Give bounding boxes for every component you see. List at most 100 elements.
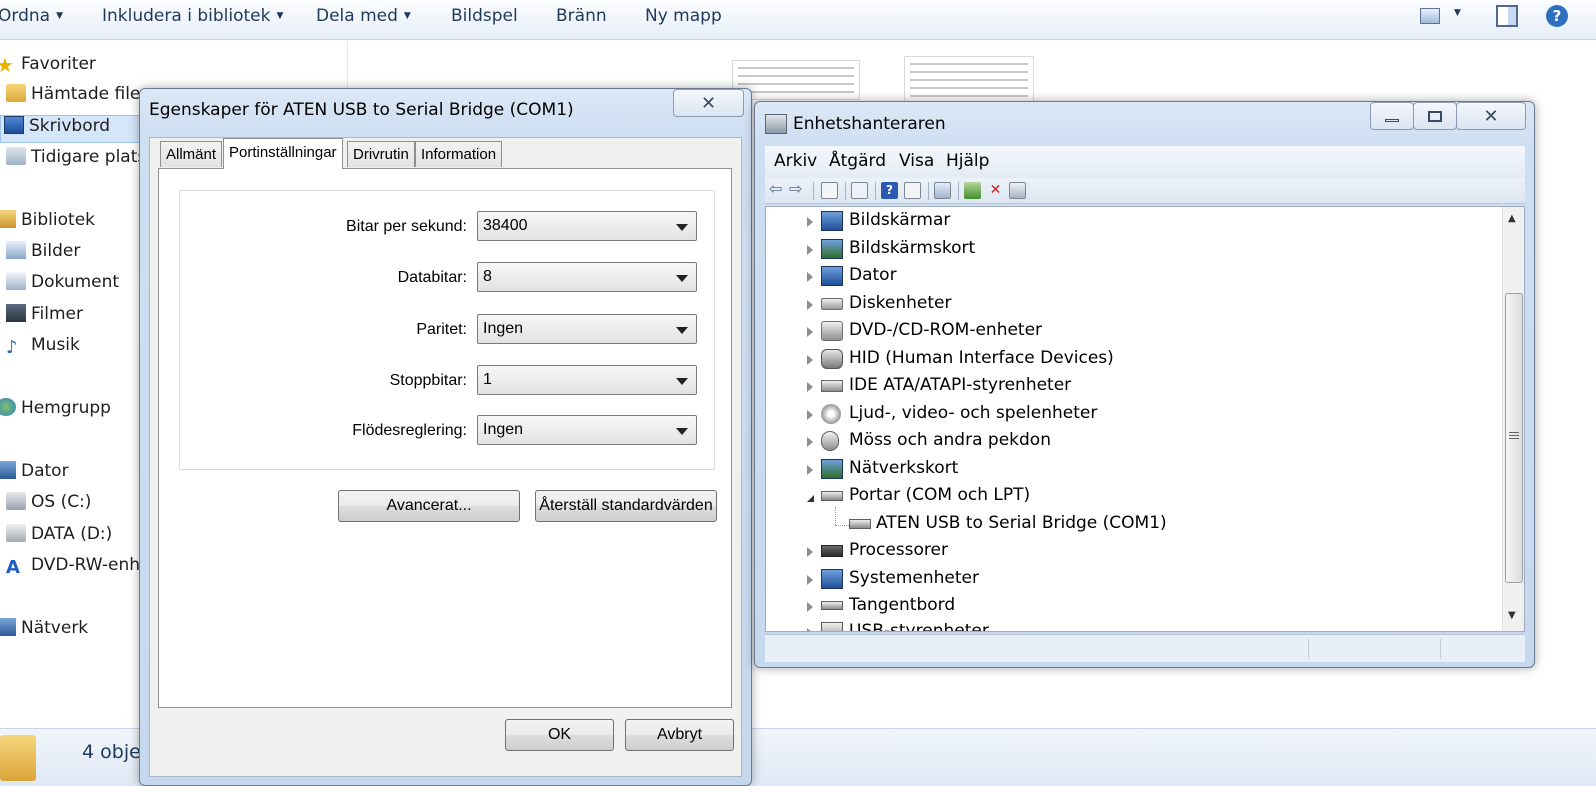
tree-label: ATEN USB to Serial Bridge (COM1) [876, 513, 1167, 533]
disable-device-icon[interactable] [1009, 182, 1026, 199]
scan-hardware-icon[interactable] [934, 182, 951, 199]
nav-label: Hemgrupp [21, 398, 111, 418]
nav-item-documents[interactable]: Dokument [6, 272, 119, 300]
back-arrow-icon[interactable]: ⇦ [769, 179, 786, 198]
tree-label: DVD-/CD-ROM-enheter [849, 320, 1043, 340]
expand-arrow-icon[interactable] [807, 355, 813, 365]
scroll-down-icon[interactable]: ▼ [1508, 610, 1516, 621]
parity-select[interactable]: Ingen [477, 314, 697, 344]
network-adapter-icon [821, 459, 843, 479]
chevron-down-icon[interactable]: ▼ [1454, 8, 1461, 18]
nav-item-favorites[interactable]: ★ Favoriter [0, 53, 96, 81]
tab-general[interactable]: Allmänt [160, 141, 223, 167]
disk-drive-icon [821, 298, 843, 310]
change-view-icon[interactable] [1420, 8, 1440, 24]
tree-label: Processorer [849, 540, 948, 560]
restore-defaults-button[interactable]: Återställ standardvärden [535, 490, 717, 522]
scroll-up-icon[interactable]: ▲ [1508, 213, 1516, 224]
tree-label: Diskenheter [849, 293, 952, 313]
show-hide-icon[interactable] [904, 182, 921, 199]
expand-arrow-icon[interactable] [807, 628, 813, 631]
nav-item-drive-c[interactable]: OS (C:) [6, 492, 91, 520]
expand-arrow-icon[interactable] [807, 602, 813, 612]
collapse-arrow-icon[interactable] [807, 488, 814, 502]
expand-arrow-icon[interactable] [807, 382, 813, 392]
close-button[interactable]: ✕ [673, 89, 744, 117]
preview-pane-icon[interactable] [1496, 5, 1518, 27]
stop-bits-select[interactable]: 1 [477, 365, 697, 395]
expand-arrow-icon[interactable] [807, 217, 813, 227]
nav-item-network[interactable]: Nätverk [0, 618, 88, 646]
scrollbar-thumb[interactable] [1505, 293, 1523, 583]
display-adapter-icon [821, 239, 843, 259]
expand-arrow-icon[interactable] [807, 300, 813, 310]
help-icon[interactable]: ? [1546, 5, 1568, 27]
nav-item-downloads[interactable]: Hämtade filer [6, 84, 147, 112]
tree-label: IDE ATA/ATAPI-styrenheter [849, 375, 1072, 395]
port-settings-page: Bitar per sekund: 38400 Databitar: 8 Par… [158, 168, 732, 708]
nav-item-dvd[interactable]: A DVD-RW-enhet [6, 555, 157, 583]
properties-icon[interactable] [851, 182, 868, 199]
nav-item-drive-d[interactable]: DATA (D:) [6, 524, 112, 552]
port-properties-dialog: Egenskaper för ATEN USB to Serial Bridge… [139, 88, 752, 786]
share-with-menu[interactable]: Dela med ▼ [316, 6, 411, 26]
close-button[interactable]: ✕ [1456, 102, 1526, 130]
system-device-icon [821, 569, 843, 589]
grip-icon [1509, 432, 1519, 433]
minimize-button[interactable] [1370, 102, 1414, 130]
organize-label: Ordna [0, 6, 51, 26]
tree-label: Nätverkskort [849, 458, 959, 478]
tab-information[interactable]: Information [415, 141, 503, 167]
expand-arrow-icon[interactable] [807, 575, 813, 585]
maximize-button[interactable] [1413, 102, 1457, 130]
help-icon[interactable]: ? [881, 182, 898, 199]
nav-item-libraries[interactable]: Bibliotek [0, 210, 95, 238]
window-title: Enhetshanteraren [793, 114, 946, 134]
uninstall-icon[interactable]: ✕ [987, 182, 1004, 199]
stop-bits-label: Stoppbitar: [389, 372, 467, 389]
update-driver-icon[interactable] [964, 182, 981, 199]
menu-bar: Arkiv Åtgärd Visa Hjälp [765, 146, 1525, 178]
nav-item-pictures[interactable]: Bilder [6, 241, 80, 269]
menu-action[interactable]: Åtgärd [829, 151, 886, 171]
slideshow-button[interactable]: Bildspel [451, 6, 518, 26]
console-tree-icon[interactable] [821, 182, 838, 199]
expand-arrow-icon[interactable] [807, 465, 813, 475]
organize-menu[interactable]: Ordna ▼ [0, 6, 63, 26]
nav-item-homegroup[interactable]: Hemgrupp [0, 398, 111, 426]
flow-control-select[interactable]: Ingen [477, 415, 697, 445]
expand-arrow-icon[interactable] [807, 437, 813, 447]
bits-per-second-select[interactable]: 38400 [477, 211, 697, 241]
include-in-library-menu[interactable]: Inkludera i bibliotek ▼ [102, 6, 283, 26]
expand-arrow-icon[interactable] [807, 327, 813, 337]
file-thumbnail[interactable] [904, 56, 1034, 102]
menu-view[interactable]: Visa [899, 151, 934, 171]
menu-help[interactable]: Hjälp [946, 151, 989, 171]
pictures-icon [6, 241, 26, 259]
tree-connector [835, 525, 849, 526]
nav-item-videos[interactable]: Filmer [6, 304, 83, 332]
new-folder-button[interactable]: Ny mapp [645, 6, 722, 26]
forward-arrow-icon[interactable]: ⇨ [789, 179, 806, 198]
ok-button[interactable]: OK [505, 719, 614, 751]
tab-port-settings[interactable]: Portinställningar [223, 138, 343, 169]
nav-item-music[interactable]: ♪ Musik [6, 335, 80, 363]
nav-item-computer[interactable]: Dator [0, 461, 69, 489]
expand-arrow-icon[interactable] [807, 272, 813, 282]
data-bits-select[interactable]: 8 [477, 262, 697, 292]
device-manager-window: Enhetshanteraren ✕ Arkiv Åtgärd Visa Hjä… [754, 101, 1535, 668]
expand-arrow-icon[interactable] [807, 410, 813, 420]
vertical-scrollbar[interactable]: ▲ ▼ [1502, 207, 1524, 631]
tree-label: Systemenheter [849, 568, 979, 588]
burn-button[interactable]: Bränn [556, 6, 607, 26]
menu-file[interactable]: Arkiv [774, 151, 817, 171]
advanced-button[interactable]: Avancerat... [338, 490, 520, 522]
chevron-down-icon [676, 378, 688, 385]
nav-item-desktop[interactable]: Skrivbord [0, 115, 140, 143]
expand-arrow-icon[interactable] [807, 547, 813, 557]
cancel-button[interactable]: Avbryt [625, 719, 734, 751]
flow-control-value: Ingen [483, 421, 524, 438]
expand-arrow-icon[interactable] [807, 245, 813, 255]
tab-driver[interactable]: Drivrutin [347, 141, 415, 167]
nav-label: Bibliotek [21, 210, 95, 230]
